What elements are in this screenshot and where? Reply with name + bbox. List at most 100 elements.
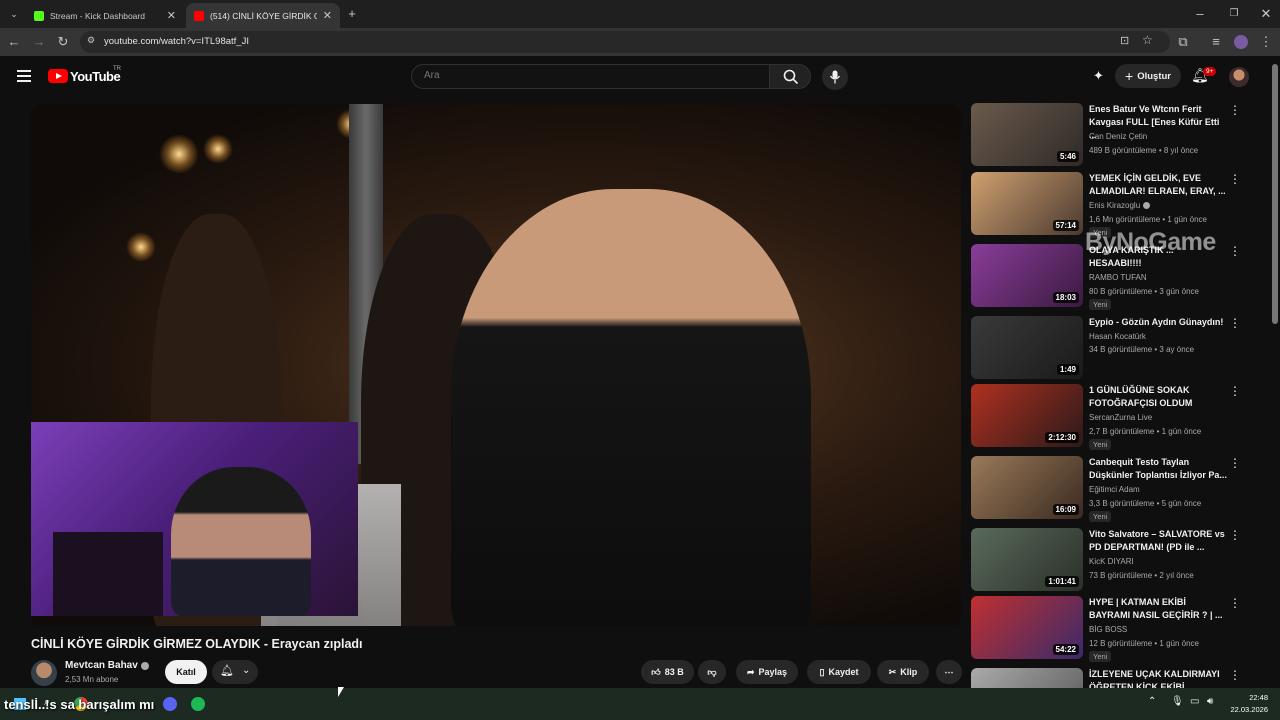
video-thumbnail[interactable]: 1:01:41 — [971, 528, 1083, 591]
video-thumbnail[interactable]: 54:22 — [971, 596, 1083, 659]
more-actions-button[interactable]: ⋯ — [936, 660, 962, 684]
tray-chevron-up-icon[interactable]: ⌃ — [1148, 696, 1156, 707]
recommendation-item[interactable]: 2:12:30 1 GÜNLÜĞÜNE SOKAK FOTOĞRAFÇISI O… — [971, 384, 1251, 450]
recommendation-channel[interactable]: Eğitimci Adam — [1089, 485, 1140, 494]
close-window-icon[interactable]: ✕ — [1258, 6, 1274, 22]
recommendation-meta: 12 B görüntüleme • 1 gün önce — [1089, 639, 1199, 648]
recommendation-title[interactable]: YEMEK İÇİN GELDİK, EVE ALMADILAR! ELRAEN… — [1089, 172, 1227, 198]
recommendation-title[interactable]: Canbequit Testo Taylan Düşkünler Toplant… — [1089, 456, 1227, 482]
video-player[interactable] — [31, 104, 961, 626]
reload-icon[interactable]: ↻ — [55, 34, 71, 50]
install-icon[interactable]: ⊡ — [1120, 34, 1129, 47]
recommendation-item[interactable]: 1:01:41 Vito Salvatore – SALVATORE vs PD… — [971, 528, 1251, 592]
recommendation-item[interactable]: 57:14 YEMEK İÇİN GELDİK, EVE ALMADILAR! … — [971, 172, 1251, 238]
recommendation-item[interactable]: 5:46 Enes Batur Ve Wtcnn Ferit Kavgası F… — [971, 103, 1251, 167]
recommendation-item[interactable]: 1:49 Eypio - Gözün Aydın Günaydın! Hasan… — [971, 316, 1251, 380]
voice-search-button[interactable] — [822, 64, 848, 90]
recommendation-channel[interactable]: Hasan Kocatürk — [1089, 332, 1146, 341]
share-button[interactable]: ➦ Paylaş — [736, 660, 798, 684]
microphone-icon — [829, 70, 841, 84]
search-button[interactable] — [769, 64, 811, 89]
more-vertical-icon[interactable]: ⋮ — [1229, 529, 1241, 541]
tray-display-icon[interactable]: ▭ — [1190, 696, 1199, 707]
dislike-button[interactable]: 👎︎ — [698, 660, 726, 684]
clip-button[interactable]: ✂ Klip — [877, 660, 929, 684]
video-thumbnail[interactable]: 57:14 — [971, 172, 1083, 235]
profile-avatar[interactable] — [1234, 35, 1248, 49]
more-vertical-icon[interactable]: ⋮ — [1229, 385, 1241, 397]
close-tab-icon[interactable]: ✕ — [323, 9, 332, 22]
more-vertical-icon[interactable]: ⋮ — [1229, 245, 1241, 257]
more-vertical-icon[interactable]: ⋮ — [1229, 173, 1241, 185]
recommendation-channel[interactable]: SercanZurna Live — [1089, 413, 1152, 422]
new-tab-plus-icon[interactable]: + — [344, 6, 360, 22]
recommendation-channel[interactable]: Can Deniz Çetin — [1089, 132, 1147, 141]
recommendation-channel[interactable]: KicK DIYARI — [1089, 557, 1134, 566]
video-thumbnail[interactable] — [971, 668, 1083, 688]
region-code: TR — [113, 66, 121, 72]
video-thumbnail[interactable]: 5:46 — [971, 103, 1083, 166]
tray-volume-icon[interactable]: 🔊︎ — [1207, 696, 1213, 707]
page-scrollbar[interactable] — [1270, 56, 1280, 688]
search-input[interactable] — [424, 70, 754, 81]
create-button[interactable]: + Oluştur — [1115, 64, 1181, 88]
recommendation-item[interactable]: 54:22 HYPE | KATMAN EKİBİ BAYRAMI NASIL … — [971, 596, 1251, 662]
video-thumbnail[interactable]: 1:49 — [971, 316, 1083, 379]
video-thumbnail[interactable]: 16:09 — [971, 456, 1083, 519]
tray-microphone-icon[interactable]: 🎙︎ — [1171, 696, 1184, 707]
tab-youtube-video[interactable]: (514) CİNLİ KÖYE GİRDİK GİRM ✕ — [186, 3, 340, 28]
browser-menu-icon[interactable]: ⋮ — [1258, 34, 1274, 50]
close-tab-icon[interactable]: ✕ — [167, 9, 176, 22]
back-arrow-icon[interactable]: ← — [6, 34, 22, 50]
like-button[interactable]: 👍︎ 83 B — [641, 660, 694, 684]
recommendation-channel[interactable]: Enis Kirazoglu — [1089, 201, 1140, 210]
recommendation-title[interactable]: 1 GÜNLÜĞÜNE SOKAK FOTOĞRAFÇISI OLDUM — [1089, 384, 1227, 410]
recommendation-channel[interactable]: RAMBO TUFAN — [1089, 273, 1147, 282]
bookmark-star-icon[interactable]: ☆ — [1142, 33, 1153, 47]
forward-arrow-icon[interactable]: → — [31, 34, 47, 50]
address-bar[interactable]: ⚙ youtube.com/watch?v=ITL98atf_JI ⊡ ☆ — [80, 31, 1170, 53]
subscription-bell-button[interactable]: 🔔︎ ⌄ — [212, 660, 258, 684]
more-vertical-icon[interactable]: ⋮ — [1229, 104, 1241, 116]
premium-icon[interactable]: ✦ — [1093, 68, 1104, 84]
streamer-webcam-overlay — [31, 422, 358, 616]
recommendation-title[interactable]: Eypio - Gözün Aydın Günaydın! — [1089, 316, 1227, 329]
search-box[interactable] — [411, 64, 770, 89]
recommendation-title[interactable]: İZLEYENE UÇAK KALDIRMAYI ÖĞRETEN KİCK EK… — [1089, 668, 1227, 688]
recommendation-channel[interactable]: BİG BOSS — [1089, 625, 1127, 634]
scroll-thumb[interactable] — [1272, 64, 1278, 324]
taskbar-clock[interactable]: 22:48 22.03.2026 — [1224, 692, 1268, 716]
account-avatar[interactable] — [1229, 67, 1249, 87]
join-button[interactable]: Katıl — [165, 660, 207, 684]
discord-taskbar-icon[interactable] — [163, 697, 177, 711]
spotify-taskbar-icon[interactable] — [191, 697, 205, 711]
save-label: Kaydet — [828, 667, 859, 677]
recommendation-title[interactable]: Vito Salvatore – SALVATORE vs PD DEPARTM… — [1089, 528, 1227, 554]
recommendation-meta: 2,7 B görüntüleme • 1 gün önce — [1089, 427, 1202, 436]
more-vertical-icon[interactable]: ⋮ — [1229, 457, 1241, 469]
more-horizontal-icon: ⋯ — [944, 666, 954, 677]
hamburger-menu-icon[interactable] — [17, 70, 31, 82]
more-vertical-icon[interactable]: ⋮ — [1229, 597, 1241, 609]
youtube-logo-icon[interactable] — [48, 69, 68, 83]
minimize-icon[interactable]: – — [1192, 6, 1208, 22]
recommendation-item[interactable]: İZLEYENE UÇAK KALDIRMAYI ÖĞRETEN KİCK EK… — [971, 668, 1251, 688]
more-vertical-icon[interactable]: ⋮ — [1229, 317, 1241, 329]
video-thumbnail[interactable]: 2:12:30 — [971, 384, 1083, 447]
verified-icon — [141, 662, 149, 670]
more-vertical-icon[interactable]: ⋮ — [1229, 669, 1241, 681]
extensions-icon[interactable]: ⧉ — [1175, 34, 1191, 50]
site-info-icon[interactable]: ⚙ — [87, 35, 95, 46]
save-button[interactable]: ▯ Kaydet — [807, 660, 871, 684]
tab-search-icon[interactable]: ⌄ — [6, 6, 22, 22]
url-text[interactable]: youtube.com/watch?v=ITL98atf_JI — [104, 36, 249, 47]
recommendation-item[interactable]: 16:09 Canbequit Testo Taylan Düşkünler T… — [971, 456, 1251, 522]
channel-name[interactable]: Mevtcan Bahav — [65, 660, 138, 671]
tab-kick-dashboard[interactable]: Stream - Kick Dashboard ✕ — [26, 3, 184, 28]
media-controls-icon[interactable]: ≡ — [1208, 34, 1224, 50]
clock-time: 22:48 — [1249, 693, 1268, 702]
video-thumbnail[interactable]: 18:03 — [971, 244, 1083, 307]
channel-avatar[interactable] — [31, 660, 57, 686]
restore-icon[interactable]: ❐ — [1226, 6, 1242, 22]
recommendation-title[interactable]: HYPE | KATMAN EKİBİ BAYRAMI NASIL GEÇİRİ… — [1089, 596, 1227, 622]
